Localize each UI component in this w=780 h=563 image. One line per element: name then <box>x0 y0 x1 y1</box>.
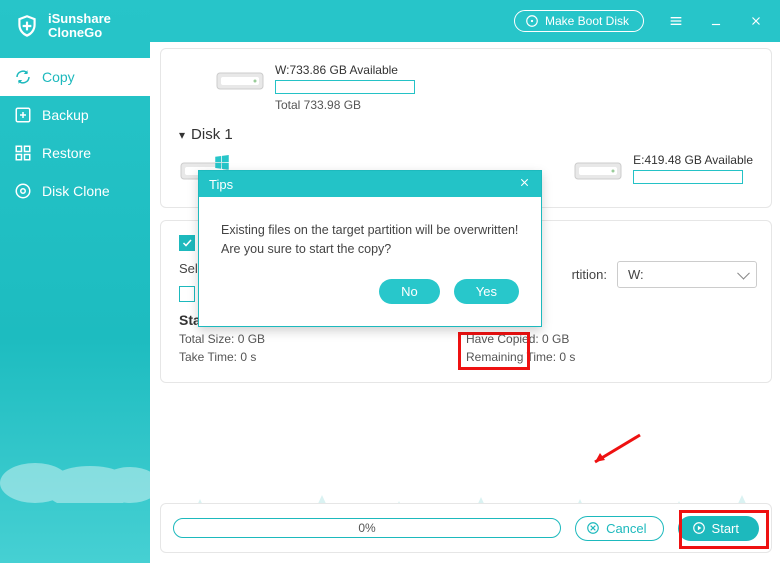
button-label: Cancel <box>606 521 646 536</box>
target-partition-dropdown[interactable]: W: <box>617 261 757 288</box>
menu-button[interactable] <box>658 6 694 36</box>
partition-label: E:419.48 GB Available <box>633 153 753 167</box>
sidebar-item-backup[interactable]: Backup <box>0 96 150 134</box>
close-icon <box>749 14 763 28</box>
disc-icon <box>525 14 539 28</box>
disk-clone-icon <box>14 182 32 200</box>
check-icon <box>181 237 193 249</box>
no-button[interactable]: No <box>379 279 440 304</box>
drive-icon <box>215 63 265 99</box>
cancel-icon <box>586 521 600 535</box>
checkbox-set[interactable] <box>179 235 195 251</box>
button-label: Make Boot Disk <box>545 14 629 28</box>
checkbox-after[interactable] <box>179 286 195 302</box>
sidebar-item-restore[interactable]: Restore <box>0 134 150 172</box>
dialog-close-button[interactable] <box>518 176 531 192</box>
tips-dialog: Tips Existing files on the target partit… <box>198 170 542 327</box>
sidebar-label: Backup <box>42 107 89 123</box>
cloud-decoration <box>0 413 150 503</box>
drive-icon <box>573 153 623 189</box>
make-boot-disk-button[interactable]: Make Boot Disk <box>514 10 644 32</box>
sidebar-nav: Copy Backup Restore Disk Clone <box>0 58 150 210</box>
bottom-bar: 0% Cancel Start <box>160 503 772 553</box>
minimize-icon <box>709 14 723 28</box>
status-remaining: Remaining Time: 0 s <box>466 350 753 364</box>
progress-bar: 0% <box>173 518 561 538</box>
sidebar-item-copy[interactable]: Copy <box>0 58 150 96</box>
dialog-text-2: Are you sure to start the copy? <box>221 240 519 259</box>
partition-label: W:733.86 GB Available <box>275 63 415 77</box>
dropdown-value: W: <box>628 267 644 282</box>
partition-usage-bar <box>275 80 415 94</box>
sidebar-label: Disk Clone <box>42 183 110 199</box>
annotation-arrow <box>585 430 645 470</box>
partition-usage-bar <box>633 170 743 184</box>
app-logo: iSunshare CloneGo <box>0 0 150 52</box>
disk-1-header[interactable]: ▾ Disk 1 <box>179 126 753 143</box>
windows-icon <box>213 153 231 171</box>
disk-label: Disk 1 <box>191 126 233 143</box>
button-label: Yes <box>476 284 497 299</box>
close-button[interactable] <box>738 6 774 36</box>
status-have-copied: Have Copied: 0 GB <box>466 332 753 346</box>
titlebar: Make Boot Disk <box>150 0 780 42</box>
status-total-size: Total Size: 0 GB <box>179 332 466 346</box>
plus-box-icon <box>14 106 32 124</box>
hamburger-icon <box>668 13 684 29</box>
chevron-down-icon: ▾ <box>179 128 185 142</box>
shield-icon <box>14 13 40 39</box>
grid-icon <box>14 144 32 162</box>
play-icon <box>692 521 706 535</box>
button-label: No <box>401 284 418 299</box>
refresh-icon <box>14 68 32 86</box>
dialog-title: Tips <box>209 177 233 192</box>
dialog-titlebar: Tips <box>199 171 541 197</box>
app-name: iSunshare CloneGo <box>48 12 111 40</box>
yes-button[interactable]: Yes <box>454 279 519 304</box>
partition-field-label: rtition: <box>572 267 607 282</box>
sidebar-label: Restore <box>42 145 91 161</box>
progress-value: 0% <box>358 521 375 535</box>
dialog-body: Existing files on the target partition w… <box>199 197 541 269</box>
dialog-footer: No Yes <box>199 269 541 326</box>
partition-w[interactable]: W:733.86 GB Available Total 733.98 GB <box>215 63 753 112</box>
dialog-text-1: Existing files on the target partition w… <box>221 221 519 240</box>
sidebar: iSunshare CloneGo Copy Backup Restore Di… <box>0 0 150 563</box>
partition-total: Total 733.98 GB <box>275 98 415 112</box>
close-icon <box>518 176 531 189</box>
sidebar-item-disk-clone[interactable]: Disk Clone <box>0 172 150 210</box>
cancel-button[interactable]: Cancel <box>575 516 663 541</box>
start-button[interactable]: Start <box>678 516 759 541</box>
button-label: Start <box>712 521 739 536</box>
partition-e[interactable]: E:419.48 GB Available <box>573 153 753 189</box>
target-partition-row: rtition: W: <box>572 261 757 288</box>
minimize-button[interactable] <box>698 6 734 36</box>
status-take-time: Take Time: 0 s <box>179 350 466 364</box>
sidebar-label: Copy <box>42 69 75 85</box>
